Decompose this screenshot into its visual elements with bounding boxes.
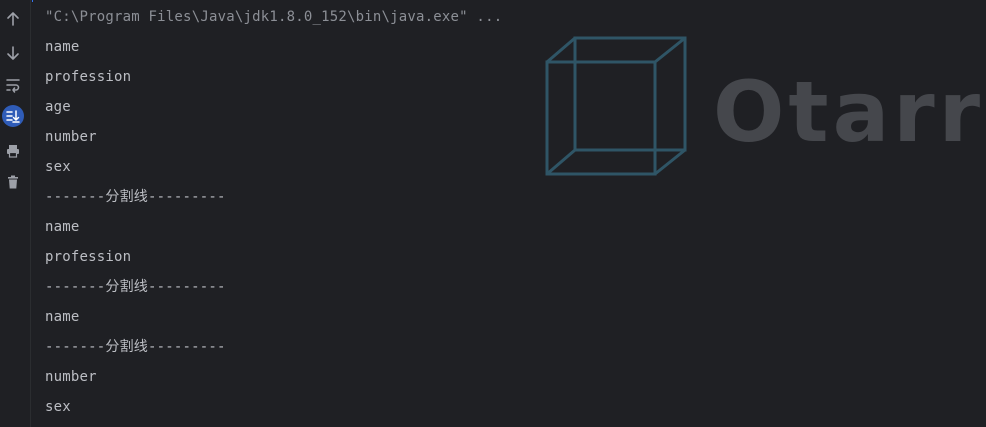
console-line: sex bbox=[45, 159, 71, 175]
console-line: number bbox=[45, 369, 97, 385]
print-icon bbox=[5, 143, 21, 159]
down-arrow-icon bbox=[5, 45, 21, 61]
console-toolbar bbox=[0, 0, 31, 427]
console-separator-line: -------分割线--------- bbox=[45, 339, 226, 355]
print-button[interactable] bbox=[2, 140, 24, 162]
console-line: profession bbox=[45, 69, 132, 85]
console-line: age bbox=[45, 99, 71, 115]
console-separator-line: -------分割线--------- bbox=[45, 189, 226, 205]
soft-wrap-button[interactable] bbox=[2, 74, 24, 96]
console-line: name bbox=[45, 39, 80, 55]
watermark-text: Otarr bbox=[713, 63, 985, 161]
scroll-to-end-button[interactable] bbox=[2, 105, 24, 127]
trash-icon bbox=[5, 174, 21, 190]
console-line: profession bbox=[45, 249, 132, 265]
up-arrow-icon bbox=[5, 11, 21, 27]
run-tool-window: Otarr "C:\Program Files\Java\jdk1.8.0_15… bbox=[0, 0, 986, 427]
console-output[interactable]: Otarr "C:\Program Files\Java\jdk1.8.0_15… bbox=[33, 0, 986, 427]
console-line: name bbox=[45, 219, 80, 235]
clear-all-button[interactable] bbox=[2, 171, 24, 193]
console-line: number bbox=[45, 129, 97, 145]
console-line: name bbox=[45, 309, 80, 325]
soft-wrap-icon bbox=[5, 77, 21, 93]
next-occurrence-button[interactable] bbox=[2, 42, 24, 64]
console-separator-line: -------分割线--------- bbox=[45, 279, 226, 295]
console-command-line: "C:\Program Files\Java\jdk1.8.0_152\bin\… bbox=[45, 9, 503, 25]
previous-occurrence-button[interactable] bbox=[2, 8, 24, 30]
console-line: sex bbox=[45, 399, 71, 415]
scroll-to-end-icon bbox=[5, 108, 21, 124]
